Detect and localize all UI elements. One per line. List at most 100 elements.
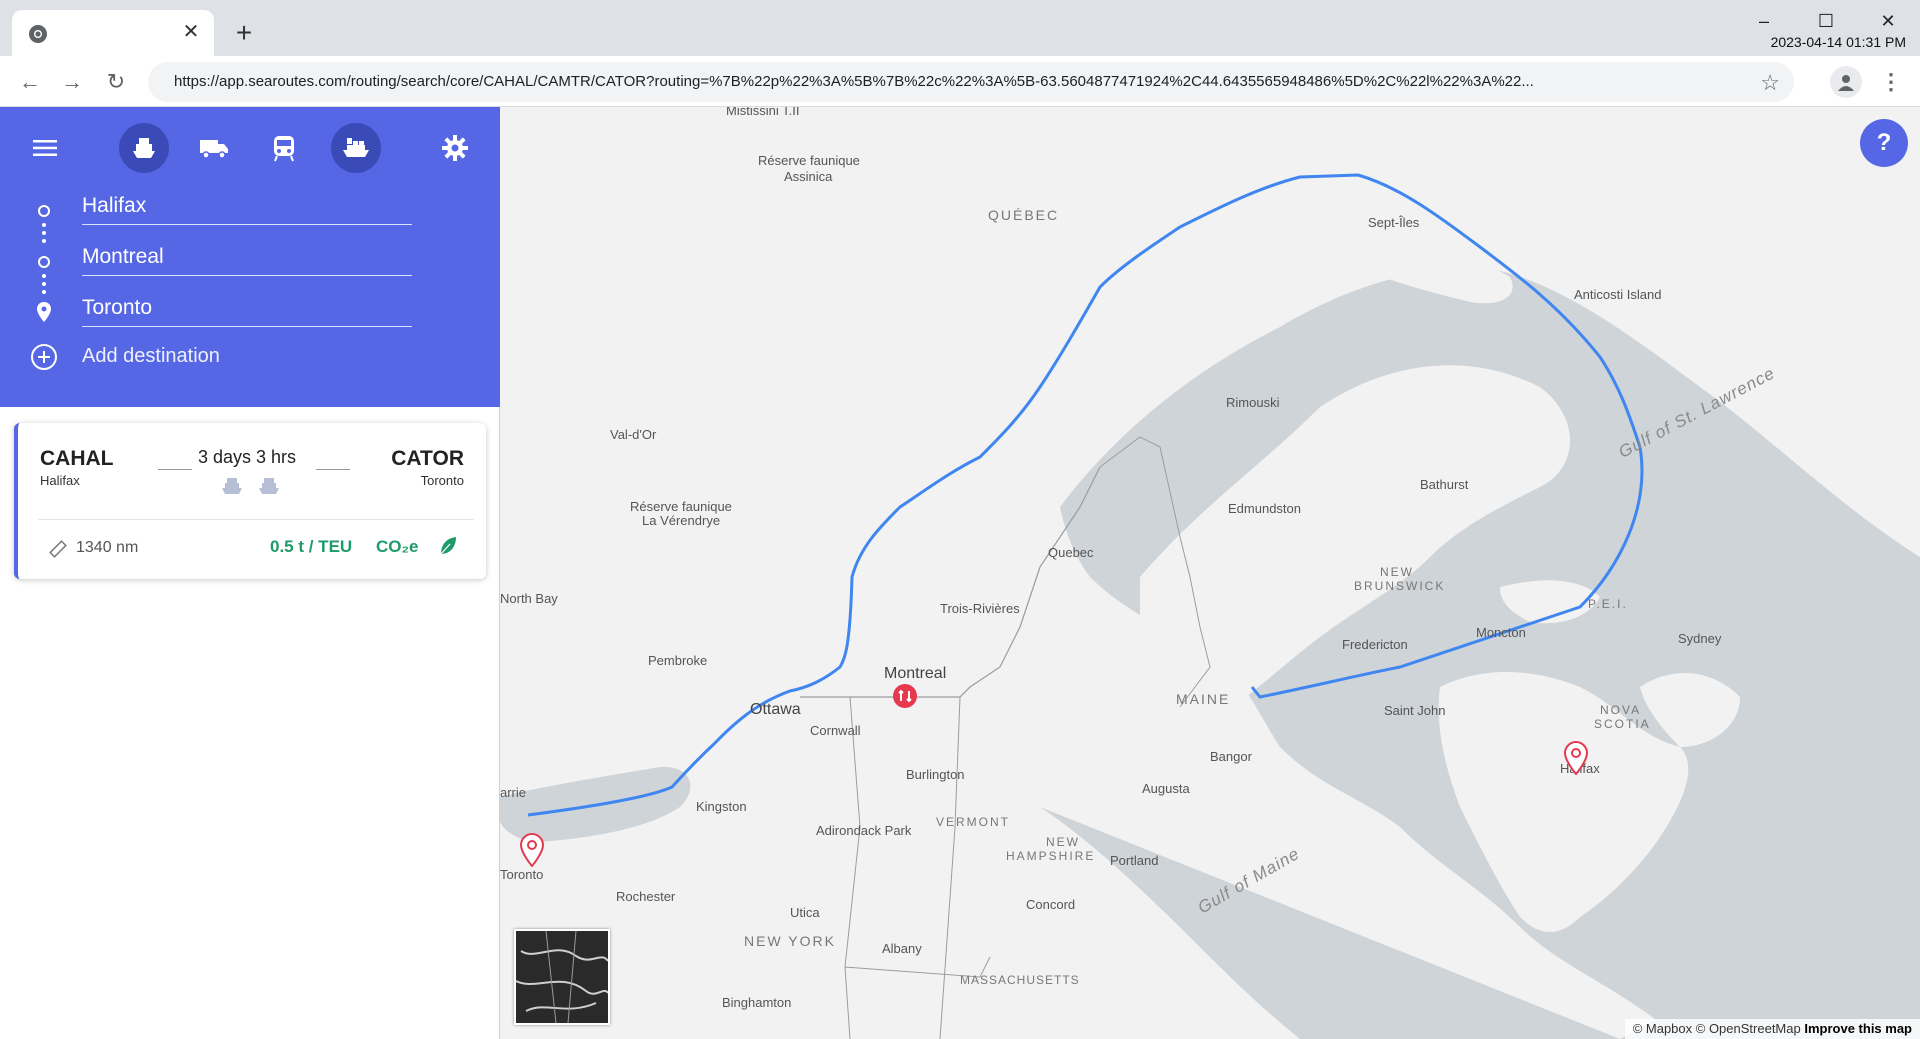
map-label: NEW YORK <box>744 933 836 949</box>
new-tab-button[interactable]: + <box>230 19 258 48</box>
map-label: NEW <box>1380 565 1414 579</box>
address-bar[interactable]: https://app.searoutes.com/routing/search… <box>148 62 1794 102</box>
map-label: Burlington <box>906 767 965 782</box>
map-label: Utica <box>790 905 820 920</box>
border-line <box>800 466 1101 698</box>
map-label: P.E.I. <box>1588 597 1628 611</box>
map-label: NEW <box>1046 835 1080 849</box>
map-label: Anticosti Island <box>1574 287 1662 302</box>
waypoint-input[interactable]: Montreal <box>82 242 412 276</box>
menu-icon <box>33 140 57 156</box>
map-label: VERMONT <box>936 815 1010 829</box>
route-result-card[interactable]: CAHAL Halifax 3 days 3 hrs CATOR Toronto… <box>14 423 486 579</box>
map-label: Portland <box>1110 853 1159 868</box>
sidebar: Halifax Montreal Toronto Add destination… <box>0 107 500 1039</box>
map-label: Kingston <box>696 799 747 814</box>
container-ship-icon <box>343 138 369 157</box>
maximize-button[interactable]: ☐ <box>1808 6 1844 36</box>
duration-line-left <box>158 469 192 470</box>
map-label: Albany <box>882 941 922 956</box>
map-label: Mistissini T.II <box>726 107 800 118</box>
map-label: Réserve faunique <box>630 499 732 514</box>
map-label: Saint John <box>1384 703 1446 718</box>
reload-button[interactable]: ↻ <box>102 68 130 96</box>
destination-city: Toronto <box>420 473 464 488</box>
map-label: North Bay <box>500 591 558 606</box>
map-label: Bangor <box>1210 749 1252 764</box>
attribution-text: © Mapbox © OpenStreetMap <box>1632 1021 1801 1036</box>
map-label: Fredericton <box>1342 637 1408 652</box>
map-label: MASSACHUSETTS <box>960 973 1080 987</box>
truck-icon <box>200 140 228 159</box>
map-label: Concord <box>1026 897 1076 912</box>
add-circle-icon[interactable] <box>30 343 58 371</box>
ruler-icon <box>49 540 67 558</box>
map-label: Réserve faunique <box>758 153 860 168</box>
truck-mode-button[interactable] <box>189 123 239 173</box>
map-label: SCOTIA <box>1594 717 1651 731</box>
gear-icon <box>442 135 468 161</box>
menu-button[interactable] <box>20 123 70 173</box>
minimize-button[interactable]: – <box>1746 6 1782 36</box>
profile-avatar[interactable] <box>1830 66 1862 98</box>
border-line <box>939 696 961 1039</box>
settings-button[interactable] <box>430 123 480 173</box>
map-label: Edmundston <box>1228 501 1301 516</box>
map-label: BRUNSWICK <box>1354 579 1446 593</box>
destination-input[interactable]: Toronto <box>82 293 412 327</box>
map-label: Cornwall <box>810 723 861 738</box>
browser-chrome: ✕ + – ☐ ✕ 2023-04-14 01:31 PM ← → ↻ http… <box>0 0 1920 107</box>
bookmark-star-icon[interactable]: ☆ <box>1760 70 1780 96</box>
forward-button[interactable]: → <box>58 68 86 96</box>
toronto-pin-icon[interactable] <box>520 833 544 867</box>
minimap-toggle[interactable] <box>514 929 610 1025</box>
close-tab-icon[interactable]: ✕ <box>180 21 202 43</box>
map-label: Trois-Rivières <box>940 601 1020 616</box>
map-label: Ottawa <box>750 701 801 718</box>
map-label: Sept-Îles <box>1368 215 1420 230</box>
vessel-legs-icon <box>222 478 279 494</box>
co2-label: CO₂e <box>376 537 419 556</box>
map-label: arrie <box>500 785 527 800</box>
map-label: Toronto <box>500 867 544 882</box>
url-text[interactable]: https://app.searoutes.com/routing/search… <box>174 73 1714 90</box>
map-label: Rimouski <box>1226 395 1280 410</box>
improve-map-link[interactable]: Improve this map <box>1804 1021 1912 1036</box>
map-label: QUÉBEC <box>988 207 1060 223</box>
back-button[interactable]: ← <box>16 68 44 96</box>
emission-value: 0.5 t / TEU <box>270 537 353 556</box>
map-label: HAMPSHIRE <box>1006 849 1096 863</box>
origin-input[interactable]: Halifax <box>82 191 412 225</box>
waypoint-dot-icon <box>38 256 50 268</box>
container-ship-mode-button[interactable] <box>331 123 381 173</box>
ship-icon <box>133 138 155 158</box>
origin-dot-icon <box>38 205 50 217</box>
close-window-button[interactable]: ✕ <box>1870 6 1906 36</box>
map-label: Bathurst <box>1420 477 1469 492</box>
clock: 2023-04-14 01:31 PM <box>1770 34 1906 50</box>
map-label: Assinica <box>784 169 833 184</box>
leaf-icon <box>440 537 456 555</box>
map-label: Moncton <box>1476 625 1526 640</box>
map-label: Augusta <box>1142 781 1190 796</box>
transit-duration: 3 days 3 hrs <box>198 447 297 467</box>
add-destination-button[interactable]: Add destination <box>82 345 220 368</box>
map-canvas[interactable]: Mistissini T.II Réserve faunique Assinic… <box>500 107 1920 1039</box>
browser-toolbar: ← → ↻ https://app.searoutes.com/routing/… <box>0 56 1920 107</box>
ship-mode-button[interactable] <box>119 123 169 173</box>
browser-tab[interactable]: ✕ <box>12 10 214 56</box>
duration-line-right <box>316 469 350 470</box>
destination-code: CATOR <box>391 447 464 470</box>
browser-menu-button[interactable]: ⋮ <box>1880 68 1902 96</box>
route-distance: 1340 nm <box>76 539 139 556</box>
connector-dots <box>42 274 46 298</box>
origin-code: CAHAL <box>40 447 114 470</box>
map-label: MAINE <box>1176 691 1231 707</box>
halifax-pin-icon[interactable] <box>1564 741 1588 775</box>
transshipment-icon[interactable] <box>892 683 918 709</box>
train-mode-button[interactable] <box>259 123 309 173</box>
destination-pin-icon <box>37 302 51 322</box>
origin-city: Halifax <box>40 473 80 488</box>
connector-dots <box>42 223 46 247</box>
help-button[interactable]: ? <box>1860 119 1908 167</box>
